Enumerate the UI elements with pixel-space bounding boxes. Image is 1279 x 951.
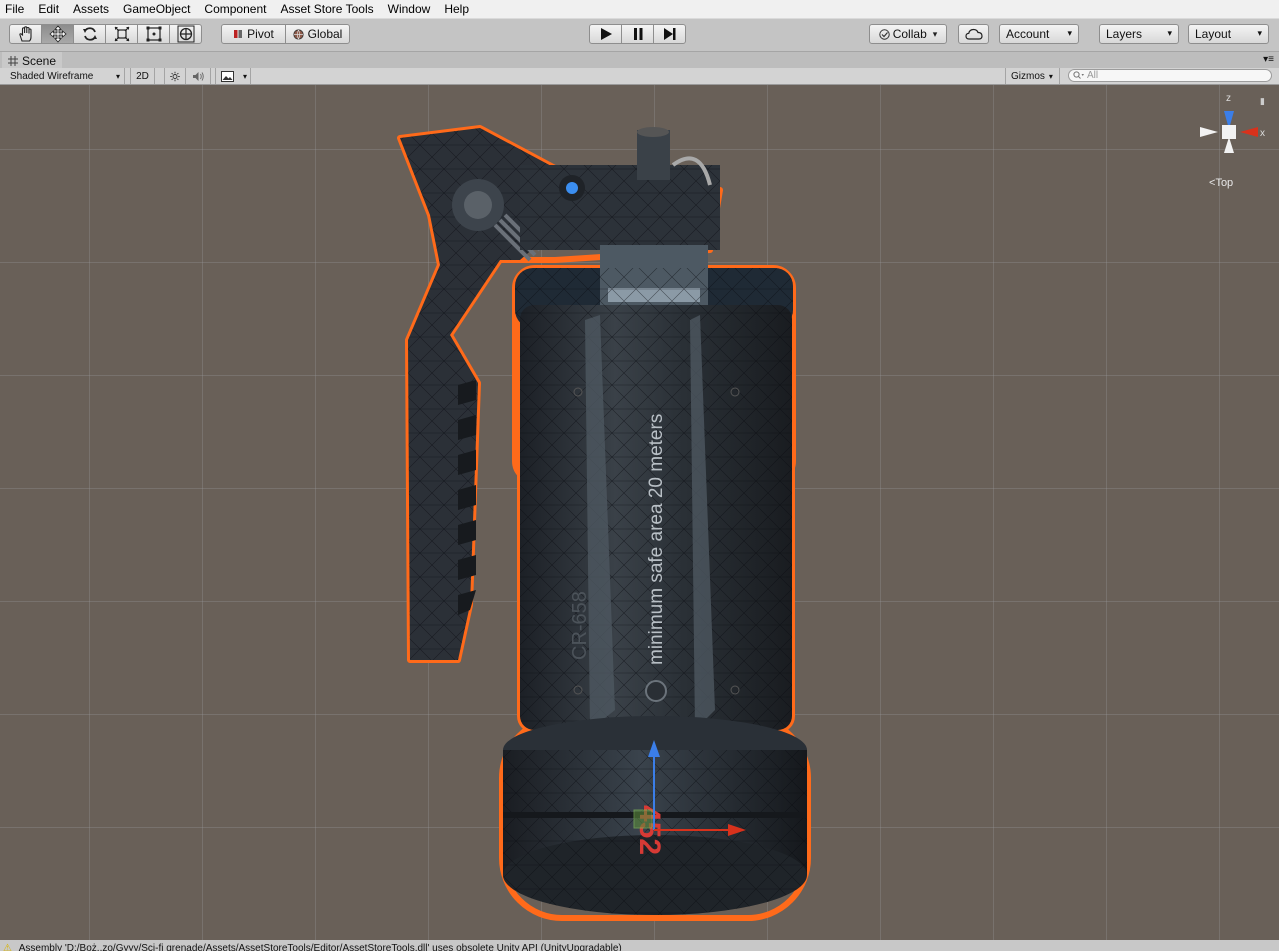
chevron-down-icon: ▾ [1067, 28, 1072, 38]
layout-label: Layout [1195, 27, 1232, 41]
chevron-down-icon: ▾ [1257, 28, 1262, 38]
status-bar[interactable]: ⚠ Assembly 'D:/Boż..zo/Gyyy/Sci-fi grena… [0, 940, 1279, 951]
menu-component[interactable]: Component [197, 0, 273, 18]
scene-tab-label: Scene [22, 53, 57, 68]
rotate-tool-button[interactable] [73, 24, 106, 44]
grenade-body: minimum safe area 20 meters CR-658 [520, 305, 792, 730]
pause-icon [633, 28, 642, 40]
speaker-icon [192, 71, 204, 81]
layers-label: Layers [1106, 27, 1143, 41]
image-icon [221, 70, 234, 82]
play-button[interactable] [589, 24, 622, 44]
axis-z-label: z [1226, 93, 1231, 104]
scene-grid-icon [8, 55, 18, 66]
shading-mode-label: Shaded Wireframe [10, 70, 94, 82]
chevron-down-icon: ▾ [242, 71, 247, 81]
top-cap [520, 127, 720, 250]
pivot-toggle[interactable]: Pivot [221, 24, 286, 44]
grenade-code-text: CR-658 [569, 591, 591, 660]
shading-mode-dropdown[interactable]: Shaded Wireframe ▾ [5, 68, 125, 84]
tab-scene[interactable]: Scene [2, 52, 63, 69]
menu-asset-store-tools[interactable]: Asset Store Tools [273, 0, 380, 18]
effects-dropdown[interactable]: ▾ [215, 68, 251, 84]
tab-menu-icon[interactable]: ▾≡ [1263, 54, 1274, 65]
step-icon [663, 28, 675, 40]
pivot-label: Pivot [247, 27, 274, 41]
lighting-toggle[interactable] [164, 68, 186, 84]
view-label[interactable]: <Top [1209, 177, 1233, 189]
collab-label: Collab [892, 27, 927, 41]
cloud-icon [964, 28, 983, 40]
account-dropdown[interactable]: Account ▾ [999, 24, 1079, 44]
chevron-down-icon: ▾ [1167, 28, 1172, 38]
layout-dropdown[interactable]: Layout ▾ [1188, 24, 1269, 44]
2d-toggle[interactable]: 2D [130, 68, 155, 84]
lock-icon[interactable]: ▮ [1260, 96, 1265, 107]
globe-icon [293, 28, 304, 40]
menu-edit[interactable]: Edit [31, 0, 66, 18]
gizmos-label: Gizmos [1011, 70, 1045, 82]
hand-tool-button[interactable] [9, 24, 42, 44]
grenade-warning-text: minimum safe area 20 meters [646, 414, 667, 665]
scene-tab-bar: Scene ▾≡ [0, 51, 1279, 69]
main-toolbar: Pivot Global Collab Account ▾ Layers ▾ L… [0, 19, 1279, 51]
gizmos-dropdown[interactable]: Gizmos ▾ [1005, 68, 1060, 84]
search-icon [1073, 71, 1084, 79]
layers-dropdown[interactable]: Layers ▾ [1099, 24, 1179, 44]
collab-dropdown[interactable]: Collab [869, 24, 947, 44]
rect-tool-button[interactable] [137, 24, 170, 44]
transform-tool-button[interactable] [169, 24, 202, 44]
view-label-text: Top [1215, 177, 1234, 189]
axis-x-label: x [1260, 128, 1265, 139]
menu-help[interactable]: Help [437, 0, 476, 18]
pause-button[interactable] [621, 24, 654, 44]
audio-toggle[interactable] [186, 68, 211, 84]
chevron-down-icon: ▾ [1048, 71, 1053, 81]
status-text: Assembly 'D:/Boż..zo/Gyyy/Sci-fi grenade… [18, 943, 622, 951]
pivot-icon [234, 30, 243, 38]
menu-file[interactable]: File [0, 0, 31, 18]
cloud-button[interactable] [958, 24, 989, 44]
rotate-icon [82, 27, 97, 41]
hand-icon [18, 26, 32, 42]
warning-icon: ⚠ [3, 943, 12, 951]
move-arrows-icon [48, 25, 67, 43]
chevron-down-icon: ▾ [115, 71, 120, 81]
scale-tool-button[interactable] [105, 24, 138, 44]
search-placeholder: All [1087, 70, 1099, 81]
menu-assets[interactable]: Assets [66, 0, 116, 18]
menu-gameobject[interactable]: GameObject [116, 0, 197, 18]
orientation-gizmo[interactable]: z x ▮ <Top [1190, 93, 1275, 193]
move-tool-button[interactable] [41, 24, 74, 44]
menu-window[interactable]: Window [381, 0, 438, 18]
scale-icon [114, 26, 129, 42]
account-label: Account [1006, 27, 1050, 41]
menu-bar: File Edit Assets GameObject Component As… [0, 0, 1279, 19]
scene-viewport[interactable]: minimum safe area 20 meters CR-658 452 z… [0, 85, 1279, 940]
step-button[interactable] [653, 24, 686, 44]
rect-tool-icon [146, 26, 161, 42]
play-icon [600, 28, 612, 40]
check-circle-icon [879, 28, 890, 40]
sun-icon [170, 71, 180, 81]
2d-label: 2D [136, 70, 149, 82]
transform-icon [177, 25, 194, 43]
global-label: Global [307, 27, 343, 41]
scene-toolbar: Shaded Wireframe ▾ 2D ▾ Gizmos ▾ All [0, 68, 1279, 85]
global-toggle[interactable]: Global [285, 24, 350, 44]
grenade-model[interactable]: minimum safe area 20 meters CR-658 452 [0, 85, 1279, 940]
scene-search-input[interactable]: All [1068, 69, 1272, 82]
